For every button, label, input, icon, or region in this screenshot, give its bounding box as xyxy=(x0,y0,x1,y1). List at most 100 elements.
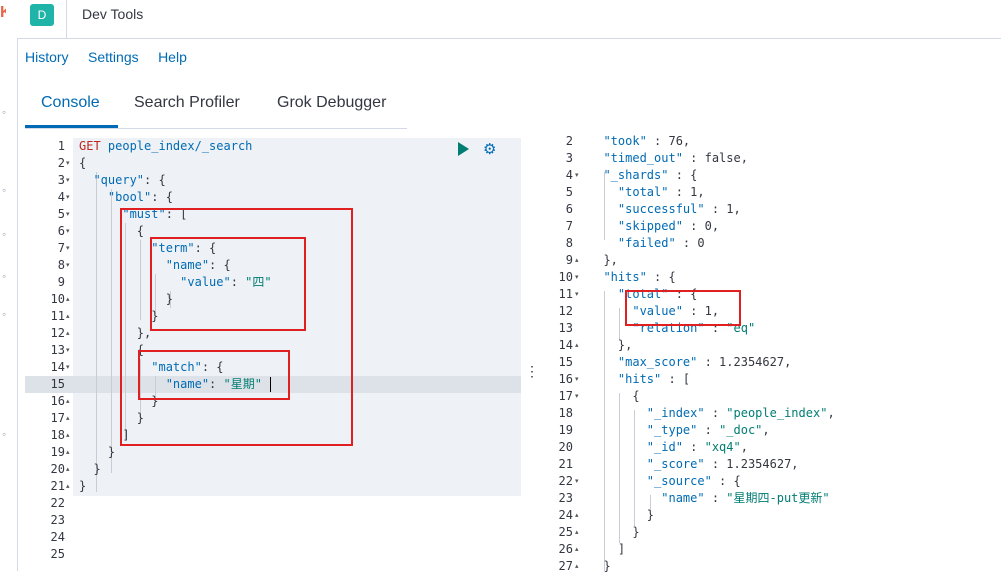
code-line: "_shards" : { xyxy=(589,167,697,184)
nav-icon[interactable]: ◦ xyxy=(2,106,14,118)
code-line: "failed" : 0 xyxy=(589,235,705,252)
code-line: "hits" : { xyxy=(589,269,675,286)
fold-close-icon[interactable]: ▴ xyxy=(575,252,579,269)
help-link[interactable]: Help xyxy=(158,49,187,65)
line-number: 10 xyxy=(50,292,65,306)
line-number: 18 xyxy=(50,428,65,442)
code-token: : 76, xyxy=(646,134,691,148)
fold-open-icon[interactable]: ▾ xyxy=(575,473,579,490)
kibana-logo-icon[interactable]: K xyxy=(0,4,6,22)
line-number: 9 xyxy=(565,253,573,267)
code-token: : 1, xyxy=(668,185,705,199)
fold-close-icon[interactable]: ▴ xyxy=(66,410,70,427)
fold-close-icon[interactable]: ▴ xyxy=(66,444,70,461)
code-token: { xyxy=(589,389,640,403)
code-token: : xyxy=(704,491,727,505)
line-number: 23 xyxy=(558,491,573,505)
line-number: 3 xyxy=(57,173,65,187)
fold-open-icon[interactable]: ▾ xyxy=(66,206,70,223)
fold-open-icon[interactable]: ▾ xyxy=(575,269,579,286)
fold-close-icon[interactable]: ▴ xyxy=(66,291,70,308)
code-token: : 1, xyxy=(704,202,741,216)
code-line: "skipped" : 0, xyxy=(589,218,719,235)
code-line: } xyxy=(589,507,654,524)
code-token: "people_index" xyxy=(726,406,828,420)
fold-close-icon[interactable]: ▴ xyxy=(575,524,579,541)
line-number: 12 xyxy=(50,326,65,340)
line-number: 15 xyxy=(558,355,573,369)
code-token: "bool" xyxy=(79,190,152,204)
line-number: 4 xyxy=(565,168,573,182)
fold-open-icon[interactable]: ▾ xyxy=(66,240,70,257)
code-line: } xyxy=(79,461,100,478)
fold-close-icon[interactable]: ▴ xyxy=(66,478,70,495)
fold-open-icon[interactable]: ▾ xyxy=(66,223,70,240)
code-token: : false, xyxy=(682,151,748,165)
line-number: 1 xyxy=(57,139,65,153)
fold-open-icon[interactable]: ▾ xyxy=(66,172,70,189)
fold-open-icon[interactable]: ▾ xyxy=(66,359,70,376)
code-token: "hits" xyxy=(589,270,647,284)
wrench-icon[interactable]: ⚙ xyxy=(483,140,496,158)
code-line: "total" : 1, xyxy=(589,184,705,201)
code-token: : 1.2354627, xyxy=(697,355,792,369)
line-number: 7 xyxy=(565,219,573,233)
fold-close-icon[interactable]: ▴ xyxy=(66,308,70,325)
history-link[interactable]: History xyxy=(25,49,69,65)
line-number: 22 xyxy=(50,496,65,510)
fold-close-icon[interactable]: ▴ xyxy=(66,393,70,410)
code-token: "took" xyxy=(589,134,647,148)
fold-close-icon[interactable]: ▴ xyxy=(575,337,579,354)
nav-icon[interactable]: ◦ xyxy=(2,308,14,320)
code-token: : { xyxy=(668,168,698,182)
code-token: people_index/_search xyxy=(107,139,253,153)
tab-console[interactable]: Console xyxy=(41,94,100,112)
code-token: : 0, xyxy=(682,219,720,233)
line-number: 23 xyxy=(50,513,65,527)
pane-splitter[interactable]: ⋮ xyxy=(521,138,539,571)
settings-link[interactable]: Settings xyxy=(88,49,139,65)
fold-open-icon[interactable]: ▾ xyxy=(66,342,70,359)
nav-icon[interactable]: ◦ xyxy=(2,428,14,440)
fold-close-icon[interactable]: ▴ xyxy=(575,558,579,575)
response-output: 2 "took" : 76, 3 "timed_out" : false, 4 ▾ "… xyxy=(535,134,1001,573)
fold-open-icon[interactable]: ▾ xyxy=(66,155,70,172)
line-number: 27 xyxy=(558,559,573,573)
line-number: 12 xyxy=(558,304,573,318)
code-line: "name" : "星期四-put更新" xyxy=(589,490,829,507)
line-number: 24 xyxy=(50,530,65,544)
fold-close-icon[interactable]: ▴ xyxy=(66,461,70,478)
fold-close-icon[interactable]: ▴ xyxy=(66,325,70,342)
fold-close-icon[interactable]: ▴ xyxy=(575,507,579,524)
code-token: : { xyxy=(711,474,741,488)
line-number: 16 xyxy=(50,394,65,408)
app-icon[interactable]: D xyxy=(30,4,54,26)
tab-grok-debugger[interactable]: Grok Debugger xyxy=(277,94,386,112)
fold-close-icon[interactable]: ▴ xyxy=(575,541,579,558)
nav-icon[interactable]: ◦ xyxy=(2,228,14,240)
fold-close-icon[interactable]: ▴ xyxy=(66,427,70,444)
line-number: 13 xyxy=(50,343,65,357)
fold-open-icon[interactable]: ▾ xyxy=(575,286,579,303)
code-line: "timed_out" : false, xyxy=(589,150,748,167)
line-number: 4 xyxy=(57,190,65,204)
fold-open-icon[interactable]: ▾ xyxy=(66,189,70,206)
run-request-icon[interactable] xyxy=(458,142,469,156)
fold-open-icon[interactable]: ▾ xyxy=(575,167,579,184)
code-token: : [ xyxy=(661,372,691,386)
line-number: 20 xyxy=(50,462,65,476)
line-number: 11 xyxy=(50,309,65,323)
nav-icon[interactable]: ◦ xyxy=(2,270,14,282)
fold-open-icon[interactable]: ▾ xyxy=(575,371,579,388)
fold-open-icon[interactable]: ▾ xyxy=(575,388,579,405)
tab-search-profiler[interactable]: Search Profiler xyxy=(134,94,240,112)
nav-icon[interactable]: ◦ xyxy=(2,184,14,196)
code-token: , xyxy=(762,423,770,437)
fold-open-icon[interactable]: ▾ xyxy=(66,257,70,274)
divider xyxy=(66,0,67,38)
code-token: : 0 xyxy=(675,236,705,250)
line-number: 21 xyxy=(50,479,65,493)
line-number: 11 xyxy=(558,287,573,301)
page-title: Dev Tools xyxy=(82,6,144,22)
line-number: 24 xyxy=(558,508,573,522)
